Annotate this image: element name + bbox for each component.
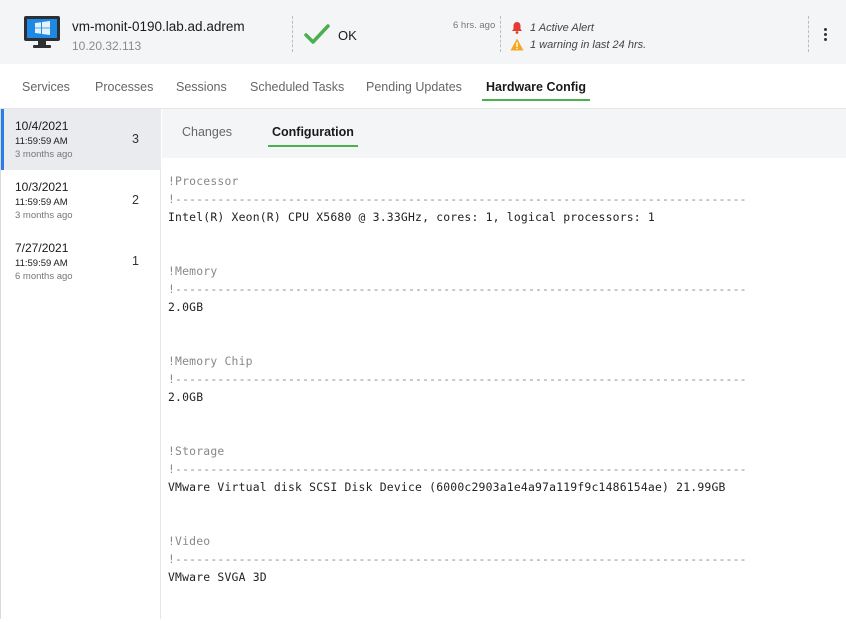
last-updated-text: 6 hrs. ago — [453, 20, 496, 31]
section-value: Intel(R) Xeon(R) CPU X5680 @ 3.33GHz, co… — [168, 210, 655, 224]
snapshot-date: 7/27/2021 — [15, 241, 69, 255]
section-rule: !---------------------------------------… — [168, 372, 747, 386]
snapshot-item[interactable]: 10/4/2021 11:59:59 AM 3 months ago 3 — [1, 109, 161, 170]
section-rule: !---------------------------------------… — [168, 462, 747, 476]
host-name: vm-monit-0190.lab.ad.adrem — [72, 19, 245, 34]
kebab-dot-icon — [823, 37, 827, 41]
section-value: VMware SVGA 3D — [168, 570, 267, 584]
host-ip-address: 10.20.32.113 — [72, 39, 142, 53]
snapshot-list: 10/4/2021 11:59:59 AM 3 months ago 3 10/… — [0, 109, 161, 619]
status-ok-check-icon — [304, 24, 330, 44]
device-header: vm-monit-0190.lab.ad.adrem 10.20.32.113 … — [0, 0, 846, 64]
config-section-storage: !Storage !------------------------------… — [168, 442, 838, 532]
snapshot-change-count: 2 — [132, 193, 139, 207]
kebab-dot-icon — [823, 27, 827, 31]
computer-monitor-icon — [24, 16, 60, 48]
snapshot-age: 6 months ago — [15, 271, 73, 282]
tab-changes[interactable]: Changes — [182, 125, 232, 139]
section-title: !Storage — [168, 444, 225, 458]
section-rule: !---------------------------------------… — [168, 552, 747, 566]
snapshot-time: 11:59:59 AM — [15, 136, 68, 147]
section-title: !Processor — [168, 174, 239, 188]
snapshot-date: 10/3/2021 — [15, 180, 69, 194]
section-rule: !---------------------------------------… — [168, 282, 747, 296]
tab-pending-updates[interactable]: Pending Updates — [366, 80, 462, 94]
section-title: !Video — [168, 534, 211, 548]
bell-icon — [512, 22, 522, 34]
tab-processes[interactable]: Processes — [95, 80, 153, 94]
section-title: !Memory — [168, 264, 218, 278]
config-section-memory: !Memory !-------------------------------… — [168, 262, 838, 352]
tab-services[interactable]: Services — [22, 80, 70, 94]
more-options-button[interactable] — [817, 24, 833, 44]
snapshot-date: 10/4/2021 — [15, 119, 69, 133]
tab-hardware-config[interactable]: Hardware Config — [481, 80, 591, 101]
tab-scheduled-tasks[interactable]: Scheduled Tasks — [250, 80, 344, 94]
header-divider — [292, 16, 293, 52]
warning-summary-link[interactable]: 1 warning in last 24 hrs. — [530, 39, 646, 51]
header-divider — [500, 16, 501, 52]
warning-triangle-icon — [510, 38, 524, 51]
kebab-dot-icon — [823, 32, 827, 36]
snapshot-time: 11:59:59 AM — [15, 258, 68, 269]
snapshot-time: 11:59:59 AM — [15, 197, 68, 208]
header-divider — [808, 16, 809, 52]
status-text: OK — [338, 28, 357, 43]
sub-tab-bar: Changes Configuration — [162, 109, 846, 158]
main-tab-bar: Services Processes Sessions Scheduled Ta… — [0, 64, 846, 109]
snapshot-age: 3 months ago — [15, 210, 73, 221]
snapshot-item[interactable]: 7/27/2021 11:59:59 AM 6 months ago 1 — [1, 231, 161, 292]
configuration-text: !Processor !----------------------------… — [168, 172, 838, 622]
config-section-processor: !Processor !----------------------------… — [168, 172, 838, 262]
section-value: VMware Virtual disk SCSI Disk Device (60… — [168, 480, 726, 494]
snapshot-age: 3 months ago — [15, 149, 73, 160]
config-section-video: !Video !--------------------------------… — [168, 532, 838, 622]
snapshot-change-count: 3 — [132, 132, 139, 146]
snapshot-item[interactable]: 10/3/2021 11:59:59 AM 3 months ago 2 — [1, 170, 161, 231]
snapshot-change-count: 1 — [132, 254, 139, 268]
section-rule: !---------------------------------------… — [168, 192, 747, 206]
tab-sessions[interactable]: Sessions — [176, 80, 227, 94]
tab-configuration[interactable]: Configuration — [268, 125, 358, 147]
section-title: !Memory Chip — [168, 354, 253, 368]
section-value: 2.0GB — [168, 390, 204, 404]
section-value: 2.0GB — [168, 300, 204, 314]
active-alert-link[interactable]: 1 Active Alert — [530, 22, 594, 34]
config-section-memory-chip: !Memory Chip !--------------------------… — [168, 352, 838, 442]
